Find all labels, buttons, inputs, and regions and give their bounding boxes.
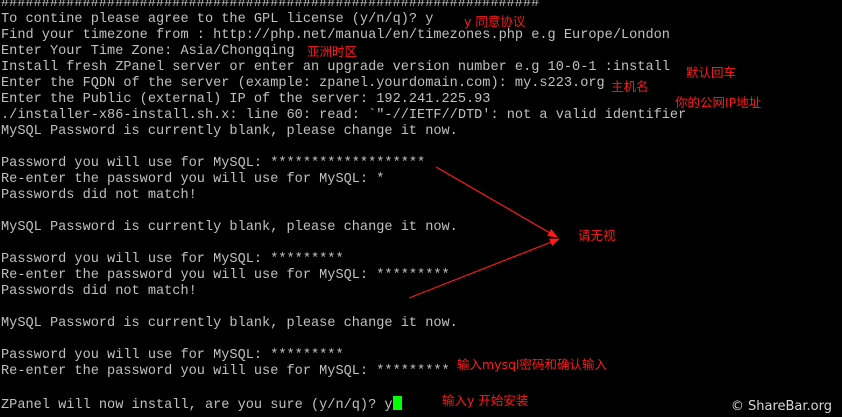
arrow-upper [435,166,558,238]
watermark-text: © ShareBar.org [730,399,832,414]
annotation-hostname: 主机名 [611,79,649,94]
annotation-default-enter: 默认回车 [686,65,737,80]
annotation-ignore: 请无视 [578,228,616,243]
annotation-timezone: 亚洲时区 [307,44,358,59]
annotation-mysql-password: 输入mysql密码和确认输入 [457,357,607,372]
arrow-lower [408,238,560,299]
annotation-arrows [408,166,560,299]
annotation-public-ip: 你的公网IP地址 [675,95,762,110]
terminal-window[interactable]: ########################################… [0,0,842,417]
annotation-start-install: 输入y 开始安装 [442,393,529,408]
annotation-agree: y 同意协议 [464,14,526,29]
